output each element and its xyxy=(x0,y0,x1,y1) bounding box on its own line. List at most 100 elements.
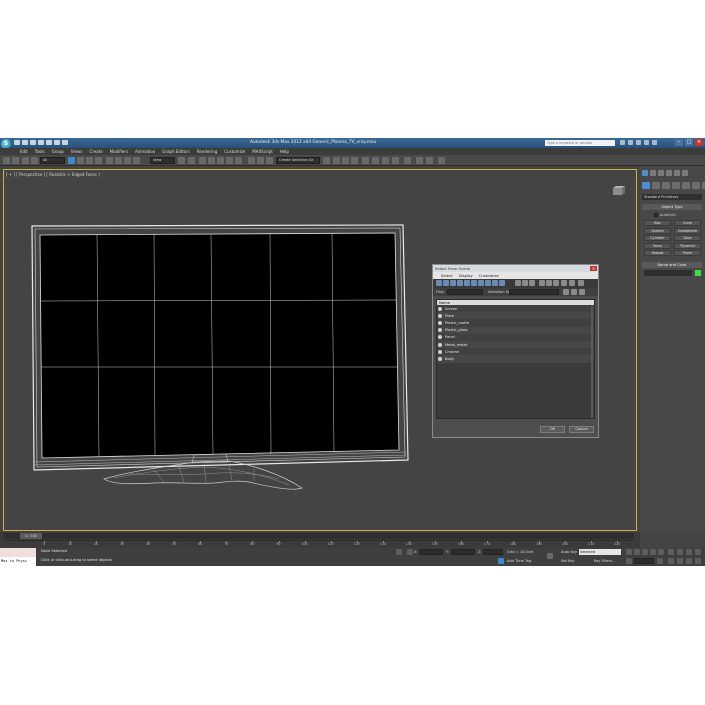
menu-graph-editors[interactable]: Graph Editors xyxy=(162,149,189,154)
ok-button[interactable]: OK xyxy=(540,426,565,433)
display-space-warps-icon[interactable] xyxy=(471,280,477,286)
placement-icon[interactable] xyxy=(133,157,140,164)
select-invert-icon[interactable] xyxy=(553,280,559,286)
zoom-icon[interactable] xyxy=(668,549,674,555)
favorites-icon[interactable] xyxy=(644,140,649,145)
render-setup-icon[interactable] xyxy=(372,157,379,164)
menu-edit[interactable]: Edit xyxy=(20,149,28,154)
lock-selection-icon[interactable] xyxy=(396,549,402,555)
add-time-tag-button[interactable]: Add Time Tag xyxy=(507,559,531,563)
redo-icon[interactable] xyxy=(46,140,52,145)
window-crossing-icon[interactable] xyxy=(95,157,102,164)
filter-icon[interactable] xyxy=(569,280,575,286)
space-warps-icon[interactable] xyxy=(692,182,700,189)
field-of-view-icon[interactable] xyxy=(668,558,674,564)
display-containers-icon[interactable] xyxy=(499,280,505,286)
menu-tools[interactable]: Tools xyxy=(35,149,45,154)
display-bones-icon[interactable] xyxy=(492,280,498,286)
time-slider-thumb[interactable]: 0 / 100 xyxy=(20,533,42,539)
pin-icon[interactable] xyxy=(578,280,584,286)
menu-customize[interactable]: Customize xyxy=(224,149,245,154)
display-lights-icon[interactable] xyxy=(450,280,456,286)
menu-animation[interactable]: Animation xyxy=(135,149,155,154)
dialog-menu-select[interactable]: Select xyxy=(441,273,453,278)
motion-tab-icon[interactable] xyxy=(666,170,672,176)
primitive-type-dropdown[interactable]: Standard Primitives xyxy=(642,194,702,200)
torus-button[interactable]: Torus xyxy=(644,242,671,249)
display-none-icon[interactable] xyxy=(522,280,528,286)
viewcube-icon[interactable] xyxy=(612,185,626,196)
cameras-icon[interactable] xyxy=(672,182,680,189)
sphere-button[interactable]: Sphere xyxy=(644,227,671,234)
list-item[interactable]: Metal_matte xyxy=(437,340,594,349)
plane-button[interactable]: Plane xyxy=(674,250,701,256)
orbit-icon[interactable] xyxy=(686,558,692,564)
display-tab-icon[interactable] xyxy=(674,170,680,176)
create-selection-set-icon[interactable] xyxy=(563,289,569,295)
mirror-icon[interactable] xyxy=(257,157,264,164)
quick-access-dropdown-icon[interactable] xyxy=(62,140,68,145)
material-editor-icon[interactable] xyxy=(362,157,369,164)
spinner-snap-icon[interactable] xyxy=(235,157,242,164)
graphite-ribbon-icon[interactable] xyxy=(333,157,340,164)
key-set-dropdown[interactable]: Selected xyxy=(579,549,621,555)
timeline-ruler[interactable]: 0 10 20 30 40 50 60 70 80 90 100 110 120 130 140 150 160… xyxy=(4,540,634,547)
display-xrefs-icon[interactable] xyxy=(485,280,491,286)
display-cameras-icon[interactable] xyxy=(457,280,463,286)
activeshade-icon[interactable] xyxy=(416,157,423,164)
list-item[interactable]: Chrome xyxy=(437,348,594,356)
list-item[interactable]: Body xyxy=(437,355,594,363)
go-to-end-icon[interactable] xyxy=(658,549,664,555)
maximize-button[interactable]: □ xyxy=(685,139,693,146)
absolute-mode-icon[interactable] xyxy=(407,549,413,555)
name-and-color-rollout[interactable]: Name and Color xyxy=(642,262,702,268)
utilities-tab-icon[interactable] xyxy=(682,170,688,176)
display-all-icon[interactable] xyxy=(515,280,521,286)
layer-manager-icon[interactable] xyxy=(323,157,330,164)
list-item[interactable]: Screen xyxy=(437,305,594,313)
snaps-toggle-icon[interactable] xyxy=(208,157,215,164)
tube-button[interactable]: Tube xyxy=(674,235,701,241)
rectangular-selection-icon[interactable] xyxy=(86,157,93,164)
close-button[interactable]: × xyxy=(695,139,703,146)
cylinder-button[interactable]: Cylinder xyxy=(644,235,671,241)
dialog-title-bar[interactable]: Select From Scene × xyxy=(433,265,598,272)
render-iterative-icon[interactable] xyxy=(404,157,411,164)
list-item[interactable]: Plastic_matte xyxy=(437,319,594,327)
pan-view-icon[interactable] xyxy=(677,558,683,564)
auto-key-button[interactable]: Auto Key xyxy=(561,550,577,554)
z-coordinate-field[interactable] xyxy=(483,549,503,555)
autogrid-checkbox[interactable]: AutoGrid xyxy=(654,213,675,217)
lights-icon[interactable] xyxy=(662,182,670,189)
project-folder-icon[interactable] xyxy=(54,140,60,145)
geometry-icon[interactable] xyxy=(642,182,650,189)
redo-icon[interactable] xyxy=(12,157,19,164)
selection-filter-dropdown[interactable]: All xyxy=(40,157,65,164)
percent-snap-icon[interactable] xyxy=(226,157,233,164)
display-geometry-icon[interactable] xyxy=(436,280,442,286)
teapot-render-icon[interactable] xyxy=(438,157,445,164)
scene-object-list[interactable]: Name Screen Plate Plastic_matte Plastic_… xyxy=(436,299,595,419)
shapes-icon[interactable] xyxy=(652,182,660,189)
object-type-rollout[interactable]: Object Type xyxy=(642,204,702,210)
menu-group[interactable]: Group xyxy=(52,149,64,154)
subscription-icon[interactable] xyxy=(628,140,633,145)
create-tab-icon[interactable] xyxy=(642,170,648,176)
zoom-extents-icon[interactable] xyxy=(686,549,692,555)
dialog-close-button[interactable]: × xyxy=(590,266,597,271)
time-slider[interactable]: 0 / 100 xyxy=(4,533,634,539)
select-and-rotate-icon[interactable] xyxy=(115,157,122,164)
current-frame-field[interactable] xyxy=(634,558,654,564)
menu-views[interactable]: Views xyxy=(71,149,83,154)
undo-icon[interactable] xyxy=(38,140,44,145)
undo-icon[interactable] xyxy=(3,157,10,164)
maximize-viewport-icon[interactable] xyxy=(695,558,701,564)
key-filters-button[interactable]: Key Filters... xyxy=(594,559,615,563)
named-selection-set-dropdown[interactable]: Create Selection Se xyxy=(276,157,320,164)
rendered-frame-window-icon[interactable] xyxy=(382,157,389,164)
render-production-icon[interactable] xyxy=(392,157,399,164)
list-item[interactable]: Plastic_gloss xyxy=(437,326,594,334)
menu-rendering[interactable]: Rendering xyxy=(197,149,217,154)
select-all-icon[interactable] xyxy=(539,280,545,286)
maxscript-listener[interactable]: Max to Physc xyxy=(0,548,36,566)
